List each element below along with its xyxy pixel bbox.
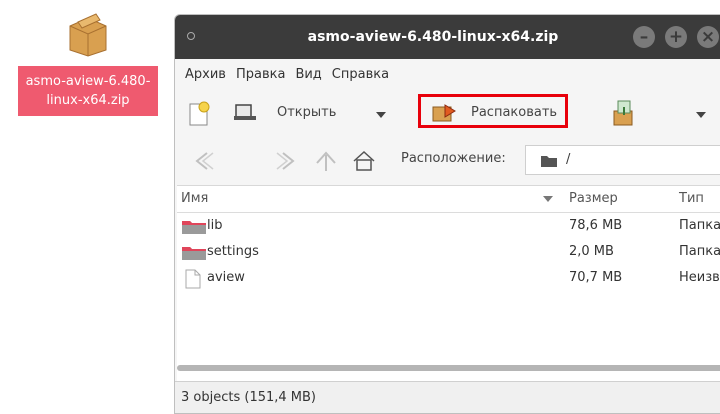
menu-help[interactable]: Справка: [332, 67, 389, 82]
row-name: aview: [207, 270, 245, 285]
title-bar[interactable]: asmo-aview-6.480-linux-x64.zip – + ×: [175, 15, 720, 59]
status-bar: 3 objects (151,4 MB): [175, 381, 720, 413]
minimize-button[interactable]: –: [633, 26, 655, 48]
location-field[interactable]: /: [525, 145, 720, 175]
close-icon: ×: [700, 27, 716, 47]
archive-manager-window: asmo-aview-6.480-linux-x64.zip – + × Арх…: [174, 14, 720, 414]
sort-chevron-icon[interactable]: [543, 196, 553, 202]
horizontal-scrollbar[interactable]: [177, 363, 720, 373]
package-icon: [69, 13, 107, 57]
table-row[interactable]: settings 2,0 MB Папка: [177, 239, 720, 265]
folder-icon: [182, 247, 206, 260]
open-label: Открыть: [277, 104, 337, 120]
row-name: settings: [207, 244, 259, 259]
table-row[interactable]: aview 70,7 MB Неизв: [177, 265, 720, 291]
row-type: Папка: [679, 218, 720, 233]
maximize-button[interactable]: +: [665, 26, 687, 48]
status-text: 3 objects (151,4 MB): [181, 390, 316, 405]
column-type-header[interactable]: Тип: [679, 191, 704, 206]
back-icon[interactable]: [191, 149, 217, 173]
up-icon[interactable]: [313, 149, 339, 173]
add-dropdown-chevron-icon[interactable]: [695, 111, 707, 119]
row-name: lib: [207, 218, 223, 233]
maximize-icon: +: [668, 27, 684, 47]
row-size: 70,7 MB: [569, 270, 623, 285]
minimize-icon: –: [639, 27, 649, 47]
open-dropdown-chevron-icon[interactable]: [375, 111, 387, 119]
location-label: Расположение:: [401, 151, 506, 166]
menu-view[interactable]: Вид: [295, 67, 321, 82]
desktop-file-label: asmo-aview-6.480- linux-x64.zip: [18, 66, 158, 116]
row-type: Неизв: [679, 270, 720, 285]
row-size: 2,0 MB: [569, 244, 614, 259]
extract-highlight-frame: [418, 94, 568, 128]
home-icon[interactable]: [351, 149, 377, 173]
open-icon: [234, 104, 256, 120]
close-button[interactable]: ×: [697, 26, 719, 48]
new-archive-icon[interactable]: [187, 101, 211, 127]
menu-archive[interactable]: Архив: [185, 67, 226, 82]
open-button[interactable]: Открыть: [233, 101, 336, 123]
folder-icon: [541, 156, 557, 167]
file-icon: [185, 269, 201, 289]
menu-bar: Архив Правка Вид Справка: [175, 59, 720, 89]
location-path: /: [566, 152, 571, 167]
table-row[interactable]: lib 78,6 MB Папка: [177, 213, 720, 239]
file-list: Имя Размер Тип lib 78,6 MB Папка setting…: [177, 185, 720, 382]
menu-edit[interactable]: Правка: [236, 67, 285, 82]
column-name-header[interactable]: Имя: [181, 191, 208, 206]
file-list-header: Имя Размер Тип: [177, 186, 720, 213]
folder-icon: [182, 221, 206, 234]
add-files-icon[interactable]: [611, 99, 637, 127]
forward-icon[interactable]: [273, 149, 299, 173]
column-size-header[interactable]: Размер: [569, 191, 618, 206]
location-bar: Расположение: /: [175, 139, 720, 183]
row-size: 78,6 MB: [569, 218, 623, 233]
row-type: Папка: [679, 244, 720, 259]
